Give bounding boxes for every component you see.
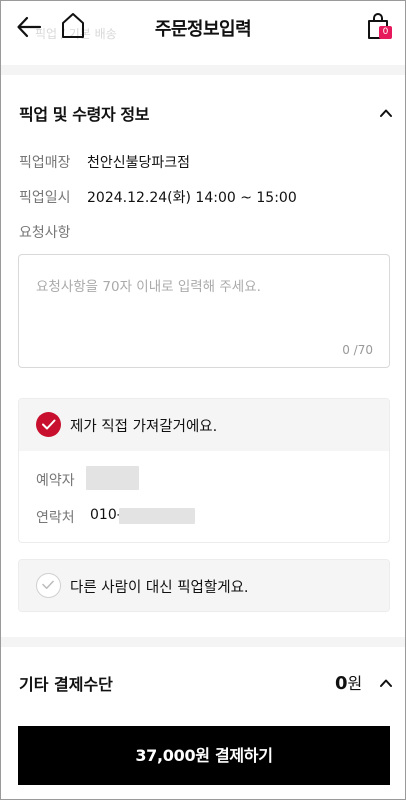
- redacted-name-block: [86, 466, 139, 490]
- section-divider: [1, 65, 405, 75]
- request-textarea[interactable]: 요청사항을 70자 이내로 입력해 주세요. 0 /70: [18, 254, 390, 368]
- request-placeholder: 요청사항을 70자 이내로 입력해 주세요.: [36, 279, 261, 295]
- proxy-pickup-option[interactable]: 다른 사람이 대신 픽업할게요.: [18, 559, 390, 612]
- app-header: 픽업 / 기본 배송 주문정보입력 0: [1, 1, 405, 57]
- chevron-up-icon[interactable]: [378, 675, 394, 691]
- contact-label: 연락처: [36, 510, 75, 526]
- redacted-phone-block: [119, 508, 195, 524]
- contact-value: 010-: [90, 507, 122, 523]
- other-payment-title: 기타 결제수단: [19, 675, 113, 694]
- pickup-store-value: 천안신불당파크점: [87, 155, 191, 171]
- self-pickup-label: 제가 직접 가져갈거에요.: [70, 419, 218, 435]
- proxy-pickup-header[interactable]: 다른 사람이 대신 픽업할게요.: [19, 560, 389, 611]
- pickup-datetime-label: 픽업일시: [19, 190, 71, 206]
- section-divider-2: [1, 637, 405, 647]
- page-title: 주문정보입력: [154, 19, 252, 40]
- self-pickup-option[interactable]: 제가 직접 가져갈거에요. 예약자 연락처 010-: [18, 398, 390, 543]
- request-char-counter: 0 /70: [342, 343, 373, 357]
- request-label: 요청사항: [19, 225, 71, 241]
- proxy-pickup-label: 다른 사람이 대신 픽업할게요.: [70, 580, 249, 596]
- chevron-up-icon[interactable]: [378, 105, 394, 121]
- pickup-section-title: 픽업 및 수령자 정보: [19, 105, 150, 124]
- pickup-store-label: 픽업매장: [19, 155, 71, 171]
- pickup-datetime-value: 2024.12.24(화) 14:00 ~ 15:00: [87, 190, 297, 206]
- other-payment-amount: 0원: [335, 670, 362, 694]
- unchecked-circle-icon[interactable]: [36, 573, 61, 598]
- payment-currency: 원: [347, 674, 363, 693]
- pay-button[interactable]: 37,000원 결제하기: [18, 726, 390, 785]
- cart-count-badge: 0: [379, 26, 392, 39]
- self-pickup-header[interactable]: 제가 직접 가져갈거에요.: [19, 399, 389, 451]
- checked-circle-icon[interactable]: [36, 412, 61, 437]
- reserver-label: 예약자: [36, 473, 75, 489]
- payment-amount-value: 0: [335, 673, 348, 694]
